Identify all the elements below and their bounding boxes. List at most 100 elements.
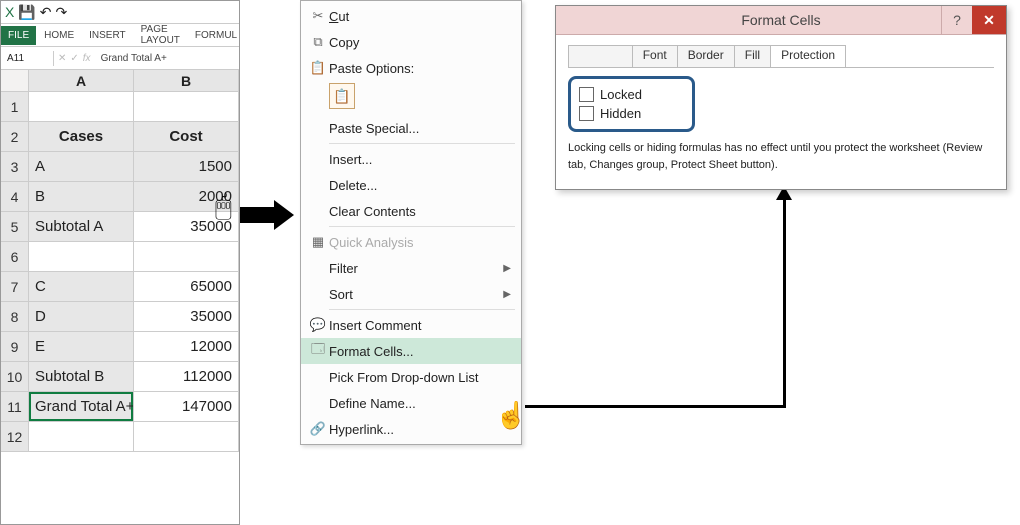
row-header[interactable]: 12 xyxy=(1,422,29,452)
ctx-quick-analysis: ▦ Quick Analysis xyxy=(301,229,521,255)
fx-icon[interactable]: fx xyxy=(83,53,91,64)
cell[interactable] xyxy=(134,242,239,272)
ctx-clear-contents[interactable]: Clear Contents xyxy=(301,198,521,224)
cell-header[interactable]: Cost xyxy=(134,122,239,152)
cell[interactable] xyxy=(29,422,134,452)
protection-info-text: Locking cells or hiding formulas has no … xyxy=(568,140,994,173)
ctx-hyperlink[interactable]: 🔗 Hyperlink... xyxy=(301,416,521,442)
copy-icon: ⧉ xyxy=(307,34,329,50)
format-cells-icon: 🗔 xyxy=(307,340,329,362)
cell[interactable] xyxy=(29,92,134,122)
row-header[interactable]: 9 xyxy=(1,332,29,362)
enter-icon[interactable]: ✓ xyxy=(70,53,78,64)
clipboard-icon: 📋 xyxy=(307,60,329,76)
scissors-icon: ✂ xyxy=(307,8,329,24)
cell[interactable]: Subtotal B xyxy=(29,362,134,392)
cell[interactable]: E xyxy=(29,332,134,362)
cell[interactable]: 12000 xyxy=(134,332,239,362)
ctx-delete[interactable]: Delete... xyxy=(301,172,521,198)
close-button[interactable]: ✕ xyxy=(972,6,1006,34)
row-header[interactable]: 6 xyxy=(1,242,29,272)
tab-font[interactable]: Font xyxy=(632,45,678,67)
dialog-titlebar: Format Cells ? ✕ xyxy=(556,6,1006,35)
cell[interactable] xyxy=(134,422,239,452)
row-header[interactable]: 8 xyxy=(1,302,29,332)
row-header[interactable]: 7 xyxy=(1,272,29,302)
submenu-arrow-icon: ▶ xyxy=(503,289,511,300)
tab-file[interactable]: FILE xyxy=(1,26,36,45)
paste-icon[interactable]: 📋 xyxy=(329,83,355,109)
ctx-sort[interactable]: Sort ▶ xyxy=(301,281,521,307)
cell[interactable]: 35000 xyxy=(134,302,239,332)
undo-icon[interactable]: ↶ xyxy=(40,4,52,21)
cell[interactable]: C xyxy=(29,272,134,302)
cell-active[interactable]: Grand Total A+B xyxy=(29,392,134,422)
row-header[interactable]: 1 xyxy=(1,92,29,122)
cell[interactable]: 1500 xyxy=(134,152,239,182)
ctx-copy[interactable]: ⧉ Copy xyxy=(301,29,521,55)
row-header[interactable]: 2 xyxy=(1,122,29,152)
quick-analysis-icon: ▦ xyxy=(307,234,329,250)
formula-text[interactable]: Grand Total A+ xyxy=(95,53,167,64)
name-box[interactable]: A11 xyxy=(1,51,54,66)
locked-label: Locked xyxy=(600,87,642,102)
row-header[interactable]: 4 xyxy=(1,182,29,212)
cell[interactable]: 65000 xyxy=(134,272,239,302)
ctx-paste-special[interactable]: Paste Special... xyxy=(301,115,521,141)
pointer-cursor-icon: ☝ xyxy=(495,400,527,431)
ctx-filter[interactable]: Filter ▶ xyxy=(301,255,521,281)
format-cells-dialog: Format Cells ? ✕ Number Font Border Fill… xyxy=(555,5,1007,190)
title-bar: X 💾 ↶ ↷ xyxy=(1,1,239,24)
col-header-a[interactable]: A xyxy=(29,70,134,92)
formula-bar: A11 ✕ ✓ fx Grand Total A+ xyxy=(1,46,239,70)
ctx-insert[interactable]: Insert... xyxy=(301,146,521,172)
tab-home[interactable]: HOME xyxy=(37,26,81,45)
tab-formulas[interactable]: FORMUL xyxy=(188,26,244,45)
cell[interactable] xyxy=(134,92,239,122)
ctx-cut[interactable]: ✂ Cut xyxy=(301,3,521,29)
comment-icon: 💬 xyxy=(307,317,329,333)
ctx-insert-comment[interactable]: 💬 Insert Comment xyxy=(301,312,521,338)
cell[interactable]: Subtotal A xyxy=(29,212,134,242)
dialog-tabs: Number Font Border Fill Protection xyxy=(568,45,994,68)
save-icon[interactable]: 💾 xyxy=(18,4,35,21)
tab-hidden[interactable]: Number xyxy=(568,45,633,67)
cell[interactable]: D xyxy=(29,302,134,332)
cell[interactable]: B xyxy=(29,182,134,212)
hyperlink-icon: 🔗 xyxy=(307,421,329,437)
submenu-arrow-icon: ▶ xyxy=(503,263,511,274)
ribbon-tabs: FILE HOME INSERT PAGE LAYOUT FORMUL xyxy=(1,24,239,46)
context-menu: ✂ Cut ⧉ Copy 📋 Paste Options: 📋 Paste Sp… xyxy=(300,0,522,445)
cell[interactable]: 112000 xyxy=(134,362,239,392)
tab-fill[interactable]: Fill xyxy=(734,45,771,67)
row-header[interactable]: 5 xyxy=(1,212,29,242)
row-header[interactable]: 3 xyxy=(1,152,29,182)
tab-protection[interactable]: Protection xyxy=(770,45,846,67)
select-all-corner[interactable] xyxy=(1,70,29,92)
flow-arrow-1 xyxy=(240,200,300,230)
redo-icon[interactable]: ↷ xyxy=(56,4,68,21)
ctx-define-name[interactable]: Define Name... xyxy=(301,390,521,416)
locked-checkbox[interactable] xyxy=(579,87,594,102)
cell[interactable]: 147000 xyxy=(134,392,239,422)
col-header-b[interactable]: B xyxy=(134,70,239,92)
excel-icon: X xyxy=(5,4,14,20)
ctx-format-cells[interactable]: 🗔 Format Cells... xyxy=(301,338,521,364)
cancel-icon[interactable]: ✕ xyxy=(58,53,66,64)
tab-pagelayout[interactable]: PAGE LAYOUT xyxy=(134,20,187,50)
hidden-checkbox[interactable] xyxy=(579,106,594,121)
cell-header[interactable]: Cases xyxy=(29,122,134,152)
excel-window: X 💾 ↶ ↷ FILE HOME INSERT PAGE LAYOUT FOR… xyxy=(0,0,240,525)
tab-border[interactable]: Border xyxy=(677,45,735,67)
ctx-pick-dropdown[interactable]: Pick From Drop-down List xyxy=(301,364,521,390)
cell[interactable] xyxy=(29,242,134,272)
ctx-paste-options-label: 📋 Paste Options: xyxy=(301,55,521,81)
row-header[interactable]: 11 xyxy=(1,392,29,422)
row-header[interactable]: 10 xyxy=(1,362,29,392)
cell[interactable]: A xyxy=(29,152,134,182)
protection-highlight: Locked Hidden xyxy=(568,76,695,132)
hidden-label: Hidden xyxy=(600,106,641,121)
dialog-title: Format Cells xyxy=(741,12,820,28)
help-button[interactable]: ? xyxy=(941,6,972,34)
tab-insert[interactable]: INSERT xyxy=(82,26,133,45)
